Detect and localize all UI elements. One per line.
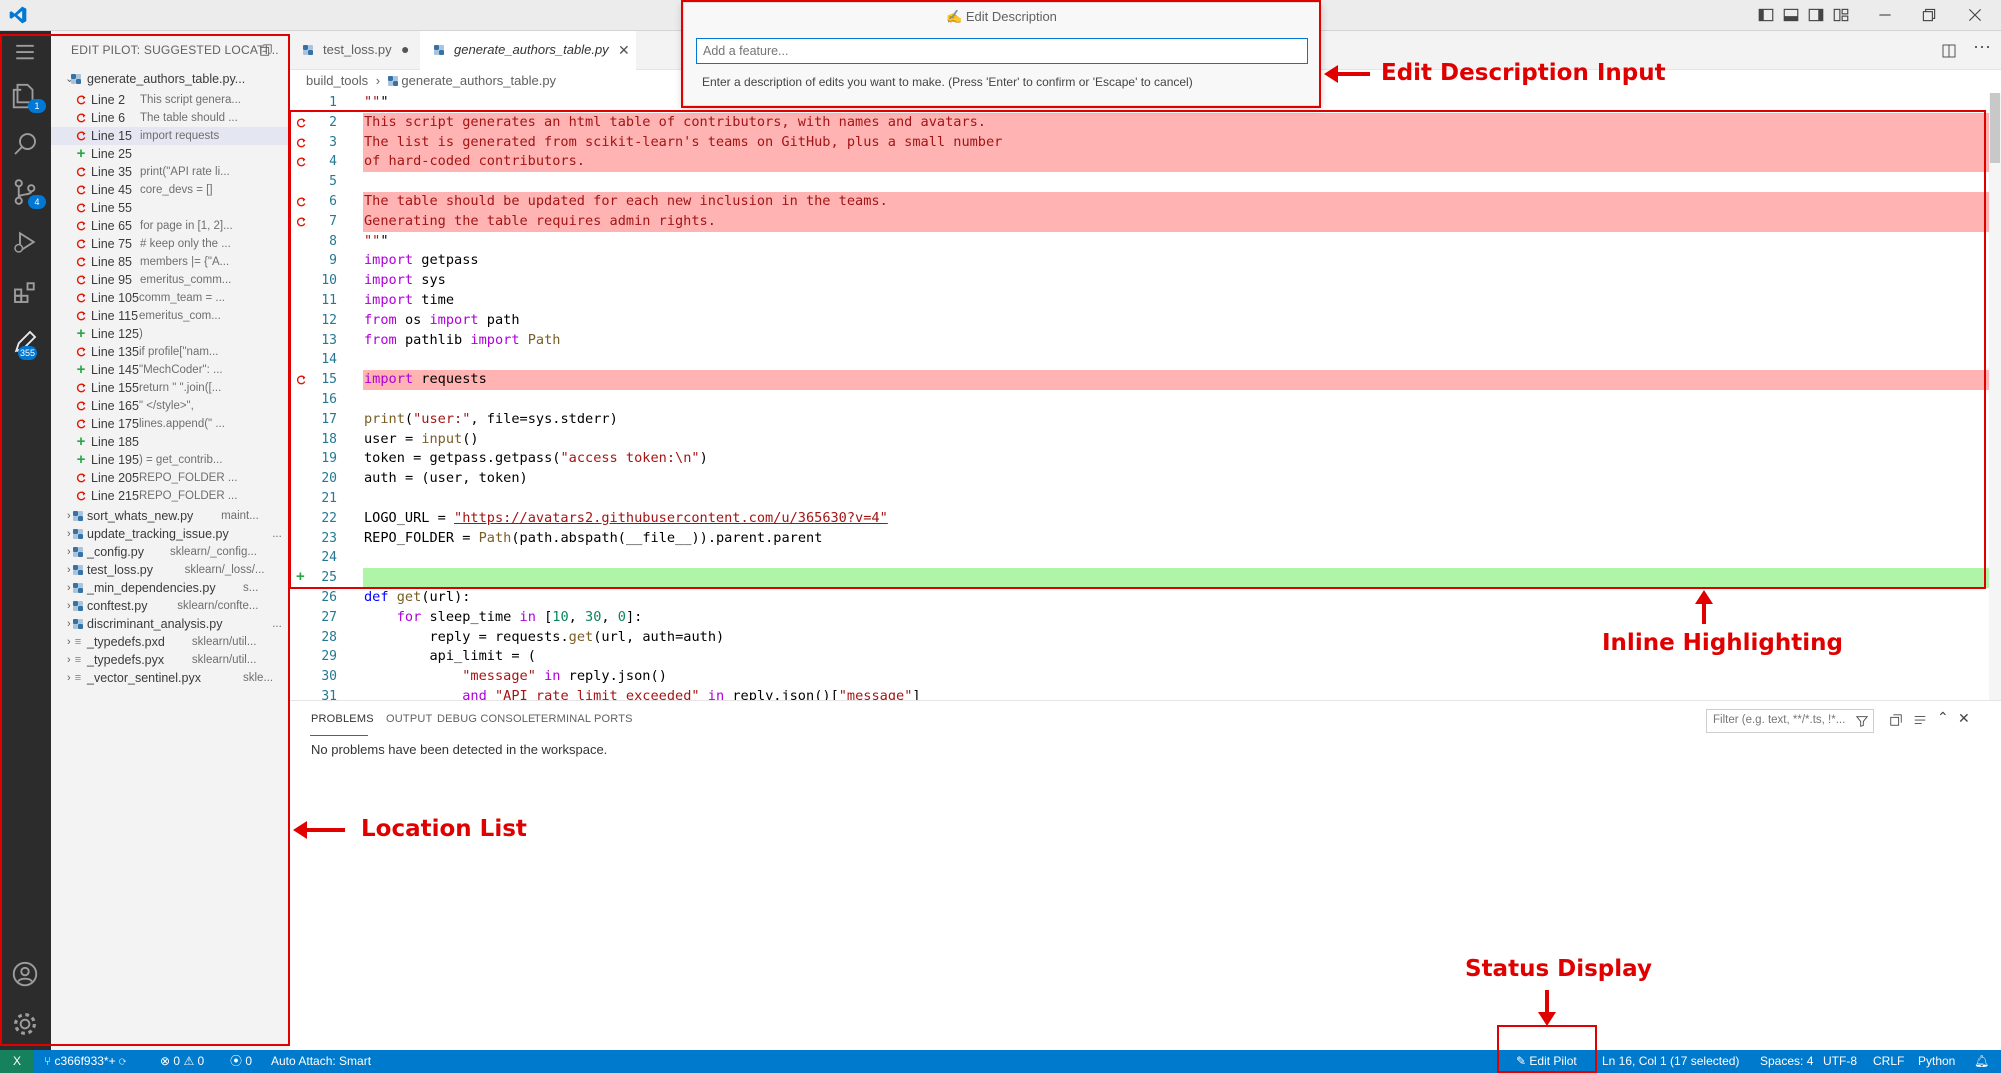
sync-icon[interactable]: ⟳ xyxy=(119,1054,126,1068)
more-actions-icon[interactable]: ⋯ xyxy=(1973,37,1991,58)
bell-icon[interactable]: 🔔︎ xyxy=(1974,1050,1989,1073)
scrollbar-thumb[interactable] xyxy=(1990,93,2000,163)
tab-label: generate_authors_table.py xyxy=(454,42,609,57)
tab-generate-authors-table[interactable]: generate_authors_table.py ✕ xyxy=(420,31,636,70)
view-as-list-icon[interactable] xyxy=(1913,713,1927,727)
tab-test-loss[interactable]: test_loss.py ● xyxy=(289,31,434,69)
auto-attach[interactable]: Auto Attach: Smart xyxy=(271,1050,371,1073)
broadcast-icon: ⦿ xyxy=(230,1054,243,1068)
tab-label: test_loss.py xyxy=(323,42,392,57)
code-line: "message" in reply.json() xyxy=(462,668,667,685)
problems-message: No problems have been detected in the wo… xyxy=(311,742,608,757)
panel-tab-ports[interactable]: PORTS xyxy=(594,713,633,725)
git-branch-icon: ⑂ xyxy=(44,1054,55,1068)
restore-icon[interactable] xyxy=(1920,6,1938,24)
annotation-edit-description: Edit Description Input xyxy=(1381,60,1666,86)
vscode-logo-icon xyxy=(9,6,27,24)
filter-icon[interactable] xyxy=(1855,714,1869,728)
warning-count: 0 xyxy=(197,1054,205,1068)
layout-sidebar-right-icon[interactable] xyxy=(1807,6,1825,24)
inline-highlighting-box xyxy=(289,110,1986,589)
filter-placeholder: Filter (e.g. text, **/*.ts, !*... xyxy=(1713,714,1846,726)
problems-filter-input[interactable]: Filter (e.g. text, **/*.ts, !*... xyxy=(1706,709,1874,733)
layout-panel-icon[interactable] xyxy=(1782,6,1800,24)
arrow-up-icon xyxy=(1695,590,1713,624)
annotation-status-display: Status Display xyxy=(1465,956,1652,982)
line-number: 30 xyxy=(321,669,337,685)
code-line: def get(url): xyxy=(364,589,471,605)
panel-tab-output[interactable]: OUTPUT xyxy=(386,713,432,725)
customize-layout-icon[interactable] xyxy=(1832,6,1850,24)
arrow-down-icon xyxy=(1538,990,1556,1026)
line-number: 29 xyxy=(321,649,337,665)
python-file-icon xyxy=(387,76,398,86)
annotation-location-list: Location List xyxy=(361,816,527,842)
branch-indicator[interactable]: ⑂ c366f933*+ ⟳ xyxy=(44,1050,126,1073)
panel-tab-debug-console[interactable]: DEBUG CONSOLE xyxy=(437,713,536,725)
panel-tab-terminal[interactable]: TERMINAL xyxy=(534,713,591,725)
code-line: reply = requests.get(url, auth=auth) xyxy=(429,628,725,645)
language-mode[interactable]: Python xyxy=(1918,1050,1955,1073)
status-bar: X ⑂ c366f933*+ ⟳ ⊗ 0 ⚠ 0 ⦿ 0 Auto Attach… xyxy=(0,1050,2001,1073)
breadcrumb: build_tools › generate_authors_table.py xyxy=(306,70,556,92)
error-icon: ⊗ xyxy=(160,1054,171,1068)
location-list-box xyxy=(0,34,290,1046)
warning-icon: ⚠ xyxy=(183,1054,195,1068)
ports-count: 0 xyxy=(245,1054,253,1068)
code-line: for sleep_time in [10, 30, 0]: xyxy=(396,608,643,625)
edit-description-box xyxy=(681,0,1321,108)
line-ending[interactable]: CRLF xyxy=(1873,1050,1904,1073)
remote-indicator[interactable]: X xyxy=(0,1050,34,1073)
line-number: 28 xyxy=(321,629,337,645)
panel-tab-problems[interactable]: PROBLEMS xyxy=(311,713,374,725)
remote-icon: X xyxy=(12,1054,21,1068)
problems-indicator[interactable]: ⊗ 0 ⚠ 0 xyxy=(160,1050,204,1073)
indentation[interactable]: Spaces: 4 xyxy=(1760,1050,1813,1073)
error-count: 0 xyxy=(173,1054,181,1068)
chevron-up-icon[interactable]: ⌃ xyxy=(1937,709,1949,726)
ports-indicator[interactable]: ⦿ 0 xyxy=(230,1050,252,1073)
modified-dot-icon: ● xyxy=(401,41,410,57)
line-number: 26 xyxy=(321,590,337,605)
close-tab-icon[interactable]: ✕ xyxy=(618,31,630,69)
breadcrumb-file[interactable]: generate_authors_table.py xyxy=(401,73,556,88)
arrow-left-icon xyxy=(1324,65,1370,83)
branch-name: c366f933*+ xyxy=(54,1054,116,1068)
layout-sidebar-icon[interactable] xyxy=(1757,6,1775,24)
status-display-box xyxy=(1497,1025,1597,1073)
editor-scrollbar[interactable] xyxy=(1989,93,2001,700)
active-tab-underline xyxy=(310,735,368,736)
code-line: and "API rate limit exceeded" in reply.j… xyxy=(462,688,921,700)
code-line: api_limit = ( xyxy=(429,648,536,665)
close-icon[interactable] xyxy=(1966,6,1984,24)
python-file-icon xyxy=(303,45,313,55)
collapse-all-icon[interactable] xyxy=(1889,713,1903,727)
line-number: 31 xyxy=(321,689,337,700)
close-panel-icon[interactable]: ✕ xyxy=(1958,710,1970,727)
cursor-position[interactable]: Ln 16, Col 1 (17 selected) xyxy=(1602,1050,1739,1073)
arrow-left-icon xyxy=(293,821,345,839)
breadcrumb-folder[interactable]: build_tools xyxy=(306,73,368,88)
split-editor-icon[interactable] xyxy=(1941,43,1957,59)
line-number: 1 xyxy=(329,95,337,110)
annotation-inline-highlighting: Inline Highlighting xyxy=(1602,630,1843,656)
code-line: """ xyxy=(364,94,389,110)
python-file-icon xyxy=(434,45,444,55)
minimize-icon[interactable] xyxy=(1876,6,1894,24)
bottom-panel: PROBLEMS OUTPUT DEBUG CONSOLE TERMINAL PORTS… xyxy=(289,700,2001,1050)
chevron-right-icon: › xyxy=(375,73,381,88)
line-number: 27 xyxy=(321,609,337,625)
encoding[interactable]: UTF-8 xyxy=(1823,1050,1857,1073)
